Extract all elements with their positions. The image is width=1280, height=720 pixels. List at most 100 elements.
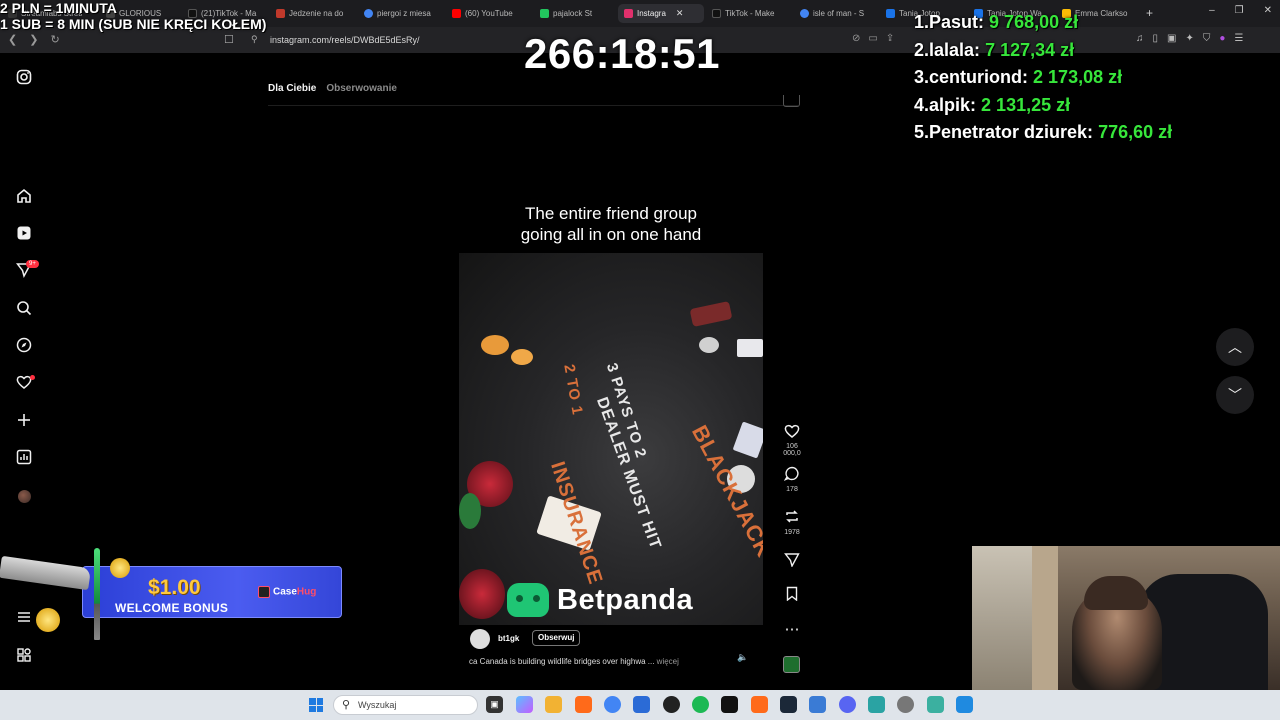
save-button[interactable] <box>780 586 804 605</box>
shield-icon[interactable]: ⛉ <box>1203 33 1211 44</box>
reel-text-header: The entire friend group going all in on … <box>459 132 763 253</box>
settings-icon[interactable] <box>897 696 914 713</box>
stream-rate-overlay: 2 PLN = 1MINUTA 1 SUB = 8 MIN (SUB NIE K… <box>0 0 267 32</box>
explore-icon[interactable] <box>15 337 33 355</box>
maximize-button[interactable]: ❐ <box>1235 5 1244 16</box>
like-button[interactable]: 106 000,0 <box>780 423 804 457</box>
site-info-icon[interactable]: ⚲ <box>251 34 258 45</box>
extension-purple-icon[interactable]: ● <box>1219 33 1225 44</box>
donor-row: 5.Penetrator dziurek: 776,60 zł <box>914 122 1173 142</box>
tab-instagram-active[interactable]: Instagra ✕ <box>618 4 704 23</box>
spotify-icon[interactable] <box>692 696 709 713</box>
coin-icon <box>110 558 130 578</box>
close-window-button[interactable]: ✕ <box>1264 5 1272 16</box>
chip <box>689 301 733 327</box>
translate-icon[interactable]: ⊘ <box>852 33 860 44</box>
create-icon[interactable] <box>15 412 33 430</box>
bookmark-icon <box>780 586 804 605</box>
task-view-icon[interactable]: ▣ <box>486 696 503 713</box>
brave-active-icon[interactable] <box>751 696 768 713</box>
tab-google-search[interactable]: piergoi z miesa <box>358 4 446 23</box>
share-icon[interactable]: ⇪ <box>886 33 894 44</box>
cast-icon[interactable]: ▭ <box>868 33 877 44</box>
chip <box>511 349 533 365</box>
volume-icon[interactable]: 🔈 <box>737 652 748 663</box>
tab-pajalock[interactable]: pajalock St <box>534 4 618 23</box>
tab-jedzenie[interactable]: Jedzenie na do <box>270 4 358 23</box>
notification-badge: 9+ <box>26 260 39 268</box>
back-icon[interactable]: ❮ <box>8 33 17 46</box>
more-options-button[interactable]: ⋯ <box>780 621 804 638</box>
tab-favicon <box>452 9 461 18</box>
casehug-promo-banner: $1.00 WELCOME BONUS CaseHug <box>0 548 345 643</box>
file-explorer-icon[interactable] <box>545 696 562 713</box>
top-donors-list: 1.Pasut: 9 768,00 zł 2.lalala: 7 127,34 … <box>914 9 1172 147</box>
table-text-two-to-one: 2 TO 1 <box>560 363 586 417</box>
tab-for-you[interactable]: Dla Ciebie <box>268 83 316 94</box>
search-icon: ⚲ <box>342 699 351 711</box>
app-icon[interactable] <box>927 696 944 713</box>
reel-video-frame[interactable]: 3 PAYS TO 2 BLACKJACK DEALER MUST HIT 2 … <box>459 253 763 625</box>
insights-icon[interactable] <box>15 449 33 467</box>
playing-card <box>737 339 763 357</box>
brave-icon[interactable] <box>575 696 592 713</box>
vpn-icon[interactable]: ✦ <box>1185 33 1193 44</box>
repost-icon <box>780 509 804 528</box>
account-username[interactable]: bt1gk <box>498 634 519 643</box>
repost-button[interactable]: 1978 <box>780 509 804 536</box>
previous-reel-audio-thumb[interactable] <box>783 95 800 107</box>
tab-favicon <box>364 9 373 18</box>
search-icon[interactable] <box>15 300 33 318</box>
webcam-curtain <box>1032 546 1058 690</box>
instagram-icon[interactable] <box>15 69 33 87</box>
reels-icon[interactable] <box>15 225 33 243</box>
tab-favicon <box>540 9 549 18</box>
steam-icon[interactable] <box>780 696 797 713</box>
activity-dot <box>30 375 35 380</box>
chip <box>699 337 719 353</box>
donor-row: 1.Pasut: 9 768,00 zł <box>914 12 1079 32</box>
app-icon[interactable] <box>721 696 738 713</box>
panda-logo-icon <box>507 583 549 617</box>
url-field[interactable]: instagram.com/reels/DWBdE5dEsRy/ <box>270 35 420 45</box>
share-button[interactable] <box>780 552 804 571</box>
store-icon[interactable] <box>633 696 650 713</box>
caption-more-link[interactable]: więcej <box>657 657 679 666</box>
home-icon[interactable] <box>15 188 33 206</box>
profile-avatar[interactable] <box>18 490 31 503</box>
calculator-icon[interactable] <box>809 696 826 713</box>
discord-icon[interactable] <box>839 696 856 713</box>
browser-menu-icon[interactable]: ☰ <box>1234 33 1243 44</box>
next-reel-button[interactable]: ﹀ <box>1216 376 1254 414</box>
notes-icon[interactable] <box>868 696 885 713</box>
tab-isle-of-man[interactable]: isle of man - S <box>794 4 880 23</box>
tab-youtube[interactable]: (60) YouTube <box>446 4 534 23</box>
donor-row: 2.lalala: 7 127,34 zł <box>914 39 1075 60</box>
copilot-icon[interactable] <box>516 696 533 713</box>
audio-thumbnail[interactable] <box>783 656 800 673</box>
obs-icon[interactable] <box>663 696 680 713</box>
threads-icon[interactable] <box>15 647 33 665</box>
reel-caption[interactable]: ᴄa Canada is building wildlife bridges o… <box>469 657 679 666</box>
windows-taskbar: ⚲ Wyszukaj ▣ <box>0 690 1280 720</box>
reel-player[interactable]: The entire friend group going all in on … <box>459 132 763 675</box>
previous-reel-button[interactable]: ︿ <box>1216 328 1254 366</box>
close-tab-icon[interactable]: ✕ <box>676 8 684 19</box>
follow-button[interactable]: Obserwuj <box>532 630 581 646</box>
feed-tabs: Dla Ciebie Obserwowanie <box>268 83 397 94</box>
chrome-icon[interactable] <box>604 696 621 713</box>
tab-tiktok-2[interactable]: TikTok - Make <box>706 4 794 23</box>
comment-button[interactable]: 178 <box>780 466 804 493</box>
taskbar-search[interactable]: ⚲ Wyszukaj <box>333 695 478 715</box>
comment-icon <box>780 466 804 485</box>
bookmark-icon[interactable]: ☐ <box>224 33 234 46</box>
tab-following[interactable]: Obserwowanie <box>326 83 397 94</box>
comment-count: 178 <box>786 486 798 493</box>
reload-icon[interactable]: ↻ <box>50 33 59 46</box>
app-icon[interactable] <box>956 696 973 713</box>
coin-icon <box>36 608 60 632</box>
minimize-button[interactable]: – <box>1209 5 1215 16</box>
account-avatar[interactable] <box>470 629 490 649</box>
windows-start-icon[interactable] <box>309 698 323 712</box>
forward-icon[interactable]: ❯ <box>29 33 38 46</box>
